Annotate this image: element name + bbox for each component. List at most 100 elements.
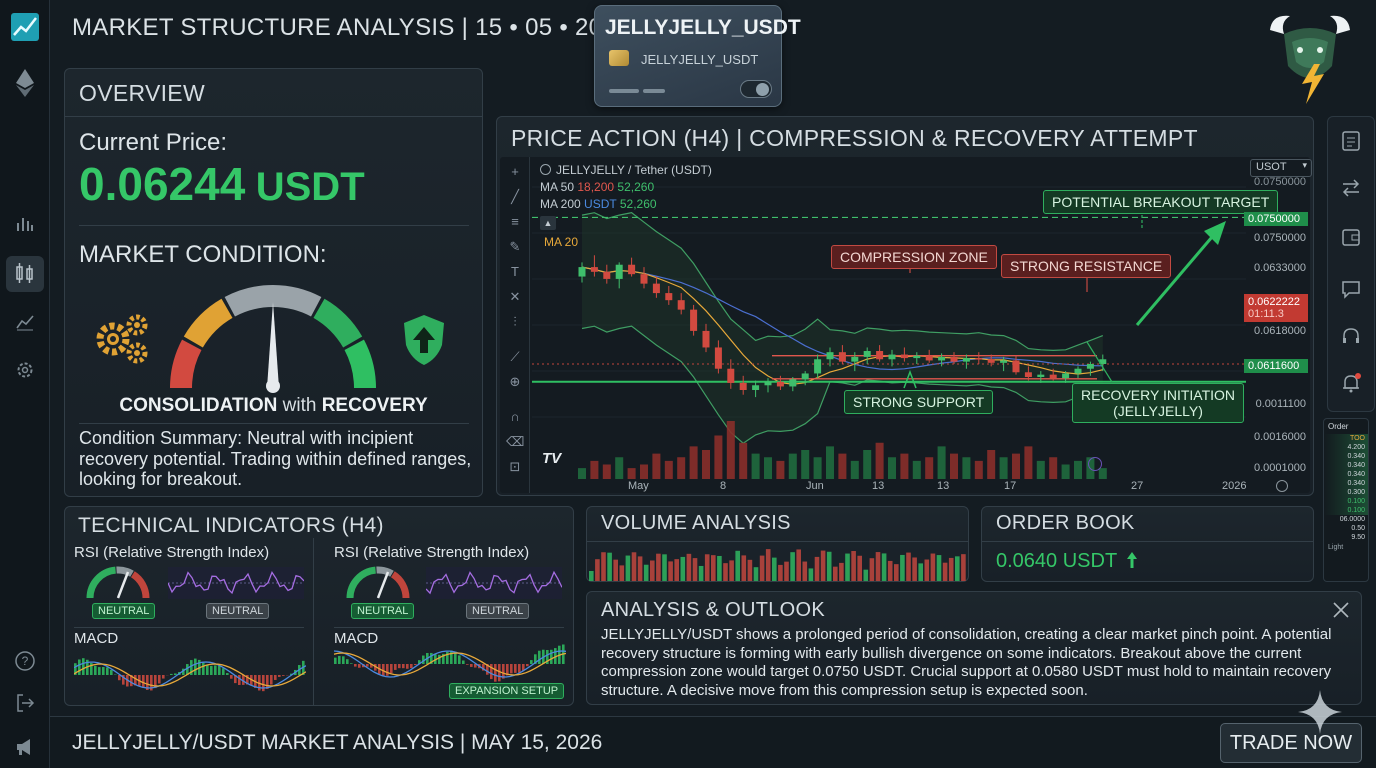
volume-bar	[1098, 468, 1107, 479]
bell-icon[interactable]	[1339, 372, 1363, 396]
macd-bar	[402, 664, 405, 669]
volume-bar	[1049, 457, 1058, 479]
macd-bar	[218, 665, 221, 675]
volume-bar	[723, 563, 728, 581]
volume-bar	[711, 555, 716, 581]
help-icon[interactable]: ?	[13, 650, 37, 674]
candle-body	[888, 354, 896, 360]
rsi-label-right: RSI (Relative Strength Index)	[334, 544, 530, 561]
volume-bar	[589, 571, 594, 581]
volume-bar	[955, 556, 960, 581]
volume-bar	[875, 552, 881, 581]
volume-bar	[674, 559, 679, 581]
macd-bar	[78, 659, 81, 675]
mini-order-value: 0.300	[1347, 489, 1365, 496]
candlestick-icon[interactable]	[6, 256, 44, 292]
volume-title: VOLUME ANALYSIS	[601, 512, 791, 534]
volume-bar	[930, 553, 936, 581]
magnet-tool-icon[interactable]: ∩	[506, 408, 524, 426]
macd-bar	[510, 664, 513, 674]
pair-card[interactable]: JELLYJELLY_USDT JELLYJELLY_USDT	[594, 5, 801, 107]
ruler-tool-icon[interactable]: ⟋	[506, 348, 524, 366]
candle-body	[702, 330, 710, 348]
candle-body	[640, 274, 648, 284]
gear-icon[interactable]	[13, 360, 37, 384]
ma50-v1: 18,200	[577, 180, 615, 194]
rsi-gauge-right	[340, 560, 416, 602]
headset-icon[interactable]	[1339, 326, 1363, 350]
candle-body	[690, 309, 698, 331]
volume-bar	[987, 450, 996, 479]
ma50-label: MA 50	[540, 180, 575, 194]
macd-bar	[394, 664, 397, 670]
mini-order-value: 0.100	[1347, 498, 1365, 505]
macd-bar	[550, 649, 553, 664]
chat-icon[interactable]	[1339, 278, 1363, 302]
candle-body	[727, 368, 735, 383]
measure-tool-icon[interactable]: ⫶	[506, 313, 524, 331]
tech-title: TECHNICAL INDICATORS (H4)	[78, 514, 384, 537]
volume-bar	[887, 560, 893, 581]
mini-order-title: Order	[1328, 422, 1349, 431]
volume-bar	[689, 446, 698, 479]
price-unit: USDT	[255, 165, 365, 209]
bar-chart-icon[interactable]	[13, 213, 37, 237]
ma200-row: MA 200 USDT 52,260	[540, 196, 712, 213]
candle-body	[1024, 372, 1032, 377]
zoom-tool-icon[interactable]: ⊕	[506, 373, 524, 391]
lock-tool-icon[interactable]: ⊡	[506, 458, 524, 476]
macd-bar	[398, 664, 401, 669]
document-icon[interactable]	[1339, 130, 1363, 154]
gauge-segment	[313, 298, 363, 348]
volume-bar	[912, 557, 917, 581]
megaphone-icon[interactable]	[13, 736, 37, 760]
condition-value-a: CONSOLIDATION	[119, 395, 278, 416]
macd-bar	[270, 675, 273, 685]
volume-bar	[631, 552, 637, 581]
mini-order-value: 0.340	[1347, 480, 1365, 487]
macd-bar	[82, 658, 85, 675]
swap-icon[interactable]	[1339, 177, 1363, 201]
macd-bar	[350, 663, 353, 664]
text-tool-icon[interactable]: T	[506, 263, 524, 281]
eraser-tool-icon[interactable]: ⌫	[506, 433, 524, 451]
mini-order-value: 0.340	[1347, 462, 1365, 469]
clock-icon[interactable]	[1276, 480, 1288, 492]
macd-bar	[342, 656, 345, 664]
trendline-tool-icon[interactable]: ╱	[506, 188, 524, 206]
logo-icon[interactable]	[10, 12, 40, 42]
wallet-icon[interactable]	[1339, 226, 1363, 250]
macd-label-left: MACD	[74, 630, 119, 647]
line-chart-icon[interactable]	[13, 312, 37, 336]
brush-tool-icon[interactable]: ✎	[506, 238, 524, 256]
y-tick: 0.0011100	[1255, 398, 1306, 410]
collapse-legend-button[interactable]: ▲	[540, 216, 556, 230]
macd-bar	[210, 665, 213, 675]
tradingview-logo: TV	[542, 450, 562, 467]
footer-title: JELLYJELLY/USDT MARKET ANALYSIS | MAY 15…	[72, 731, 603, 754]
volume-bar	[619, 565, 625, 581]
card-toggle[interactable]	[740, 80, 772, 98]
volume-bar	[894, 564, 899, 581]
macd-bar	[142, 675, 145, 688]
pattern-tool-icon[interactable]: ✕	[506, 288, 524, 306]
crosshair-tool-icon[interactable]: +	[506, 163, 524, 181]
mini-order-book[interactable]: Order TOO 4.200 0.340 0.340 0.340 0.340 0.300 0…	[1323, 418, 1369, 582]
close-icon[interactable]	[1331, 600, 1351, 620]
divider	[79, 225, 469, 226]
volume-bar	[850, 460, 859, 479]
macd-bar	[102, 667, 105, 675]
volume-bar	[808, 568, 814, 581]
volume-bar	[784, 561, 789, 581]
logout-icon[interactable]	[13, 692, 37, 716]
ethereum-icon[interactable]	[14, 68, 36, 98]
macd-bar	[206, 665, 209, 675]
macd-bar	[530, 660, 533, 664]
candle-body	[801, 373, 809, 380]
replay-icon[interactable]	[1088, 457, 1102, 471]
divider	[334, 627, 564, 628]
lines-tool-icon[interactable]: ≡	[506, 213, 524, 231]
y-tick: 0.0618000	[1254, 325, 1306, 337]
gauge-hub	[266, 379, 280, 393]
volume-bar	[735, 550, 740, 581]
